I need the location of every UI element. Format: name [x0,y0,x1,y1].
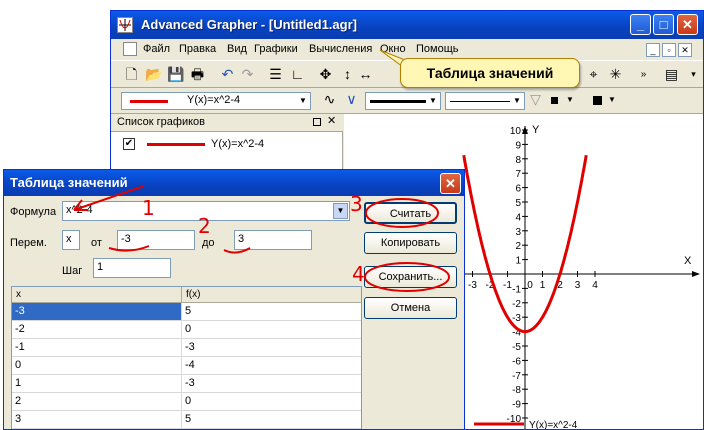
vertical-resize-icon[interactable]: ↕ [339,66,356,83]
check-icon[interactable]: ∨ [343,91,360,108]
plot-legend-label: Y(x)=x^2-4 [529,420,578,430]
app-icon [117,17,133,33]
y-tick-label: 1 [515,256,521,267]
y-tick-label: -5 [512,342,521,353]
line-width-select[interactable]: ▼ [445,92,525,110]
annotation-strokes [73,185,450,292]
x-tick-label: 1 [540,280,546,291]
toolbar-overflow-icon[interactable]: ▾ [685,66,702,83]
mdi-close-button[interactable]: ✕ [678,43,692,57]
chevron-down-icon: ▼ [429,96,437,105]
callout-label: Таблица значений [400,58,580,88]
chevron-down-icon: ▼ [299,96,307,105]
menu-calculations[interactable]: Вычисления [309,43,372,55]
chevron-down-icon: ▼ [513,96,521,105]
y-tick-label: -2 [512,299,521,310]
y-tick-label: -6 [512,356,521,367]
doc-icon[interactable] [123,42,137,56]
new-icon[interactable]: 🗋 [123,66,140,83]
window-title: Advanced Grapher - [Untitled1.agr] [141,17,357,32]
panel-close-icon[interactable]: ✕ [327,114,336,127]
y-tick-label: 4 [515,212,521,223]
curve-icon[interactable]: ∿ [321,91,338,108]
x-tick-label: -3 [468,280,477,291]
x-axis-arrow [692,271,700,277]
close-button[interactable]: ✕ [677,14,698,35]
y-tick-label: 6 [515,184,521,195]
options-icon[interactable]: ▤ [663,66,680,83]
crosshair-icon[interactable]: ⌖ [585,66,602,83]
marker-select[interactable]: ▼ [547,92,577,110]
graph-list-item[interactable]: ✔ Y(x)=x^2-4 [111,136,343,154]
print-icon[interactable]: 🖶 [189,66,206,83]
graph-list-title: Список графиков [117,116,205,128]
y-tick-label: -7 [512,371,521,382]
annotation-4: 4 [352,262,365,286]
y-tick-label: 8 [515,155,521,166]
menu-graphs[interactable]: Графики [254,43,298,55]
table-of-values-dialog: Таблица значений ✕ Формула x^2-4 ▼ Перем… [3,169,465,430]
y-tick-label: 2 [515,241,521,252]
maximize-button[interactable]: □ [653,14,674,35]
line-style-select[interactable]: ▼ [365,92,441,110]
menu-view[interactable]: Вид [227,43,247,55]
graph-select[interactable]: Y(x)=x^2-4 ▼ [121,92,311,110]
more-icon[interactable]: » [635,66,652,83]
minimize-button[interactable]: _ [630,14,651,35]
annotation-2: 2 [198,214,211,238]
x-tick-label: 0 [527,280,533,291]
graph-list-header: Список графиков ✕ [111,114,343,132]
y-tick-label: 3 [515,227,521,238]
y-axis-label: Y [532,124,540,136]
mdi-restore-button[interactable]: ▫ [662,43,676,57]
axes-icon[interactable]: ∟ [289,66,306,83]
y-tick-label: 5 [515,198,521,209]
graph-list-item-label: Y(x)=x^2-4 [211,138,265,150]
fill-select[interactable]: ▼ [589,92,619,110]
y-tick-label: -1 [512,284,521,295]
graph-select-value: Y(x)=x^2-4 [187,94,241,106]
y-tick-label: -9 [512,400,521,411]
y-tick-label: 7 [515,169,521,180]
graph-visible-checkbox[interactable]: ✔ [123,138,135,150]
list-icon[interactable]: ☰ [267,66,284,83]
open-icon[interactable]: 📂 [145,66,162,83]
y-tick-label: 10 [510,126,522,137]
x-tick-label: -1 [503,280,512,291]
menu-edit[interactable]: Правка [179,43,216,55]
asterisk-icon[interactable]: ✳ [607,66,624,83]
x-axis-label: X [684,255,692,267]
x-tick-label: 3 [575,280,581,291]
graph-color-swatch [147,143,205,146]
marker-icon[interactable]: ▽ [527,91,544,108]
toolbar-style: Y(x)=x^2-4 ▼ ∿ ∨ ▼ ▼ ▽ ▼ ▼ [111,88,703,114]
y-tick-label: 9 [515,140,521,151]
panel-restore-icon[interactable] [313,118,321,126]
menu-file[interactable]: Файл [143,43,170,55]
menu-help[interactable]: Помощь [416,43,459,55]
y-tick-label: -3 [512,313,521,324]
graph-color-swatch [130,100,168,103]
horizontal-resize-icon[interactable]: ↔ [357,66,374,83]
chevron-down-icon: ▼ [608,95,616,104]
title-bar[interactable]: Advanced Grapher - [Untitled1.agr] _ □ ✕ [111,11,703,39]
save-icon[interactable]: 💾 [167,66,184,83]
chevron-down-icon: ▼ [566,95,574,104]
y-tick-label: -8 [512,385,521,396]
undo-icon[interactable]: ↶ [219,66,236,83]
move-icon[interactable]: ✥ [317,66,334,83]
annotation-3: 3 [350,192,363,216]
redo-icon[interactable]: ↷ [239,66,256,83]
x-tick-label: 4 [592,280,598,291]
annotation-1: 1 [142,196,155,220]
mdi-minimize-button[interactable]: _ [646,43,660,57]
